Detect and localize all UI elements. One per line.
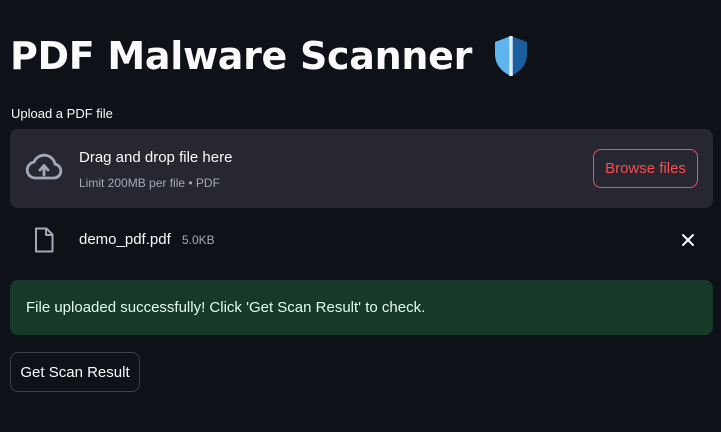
upload-label: Upload a PDF file: [11, 106, 113, 121]
dropzone-limit-text: Limit 200MB per file • PDF: [79, 176, 220, 190]
title-row: PDF Malware Scanner: [10, 34, 530, 78]
close-icon: [682, 234, 694, 246]
remove-file-button[interactable]: [678, 230, 698, 250]
browse-files-button[interactable]: Browse files: [593, 149, 698, 188]
file-size: 5.0KB: [182, 233, 215, 247]
shield-icon: [495, 36, 528, 76]
uploaded-file-item: demo_pdf.pdf 5.0KB: [10, 222, 713, 258]
file-icon: [35, 227, 54, 253]
file-name: demo_pdf.pdf: [79, 231, 171, 248]
success-message: File uploaded successfully! Click 'Get S…: [26, 299, 426, 316]
get-scan-result-button[interactable]: Get Scan Result: [10, 352, 140, 392]
success-alert: File uploaded successfully! Click 'Get S…: [10, 280, 713, 335]
dropzone-instruction: Drag and drop file here: [79, 149, 233, 166]
file-dropzone[interactable]: Drag and drop file here Limit 200MB per …: [10, 129, 713, 208]
app-page: PDF Malware Scanner Upload a PDF file Dr…: [0, 0, 721, 432]
page-title: PDF Malware Scanner: [10, 34, 473, 78]
cloud-upload-icon: [25, 153, 63, 180]
